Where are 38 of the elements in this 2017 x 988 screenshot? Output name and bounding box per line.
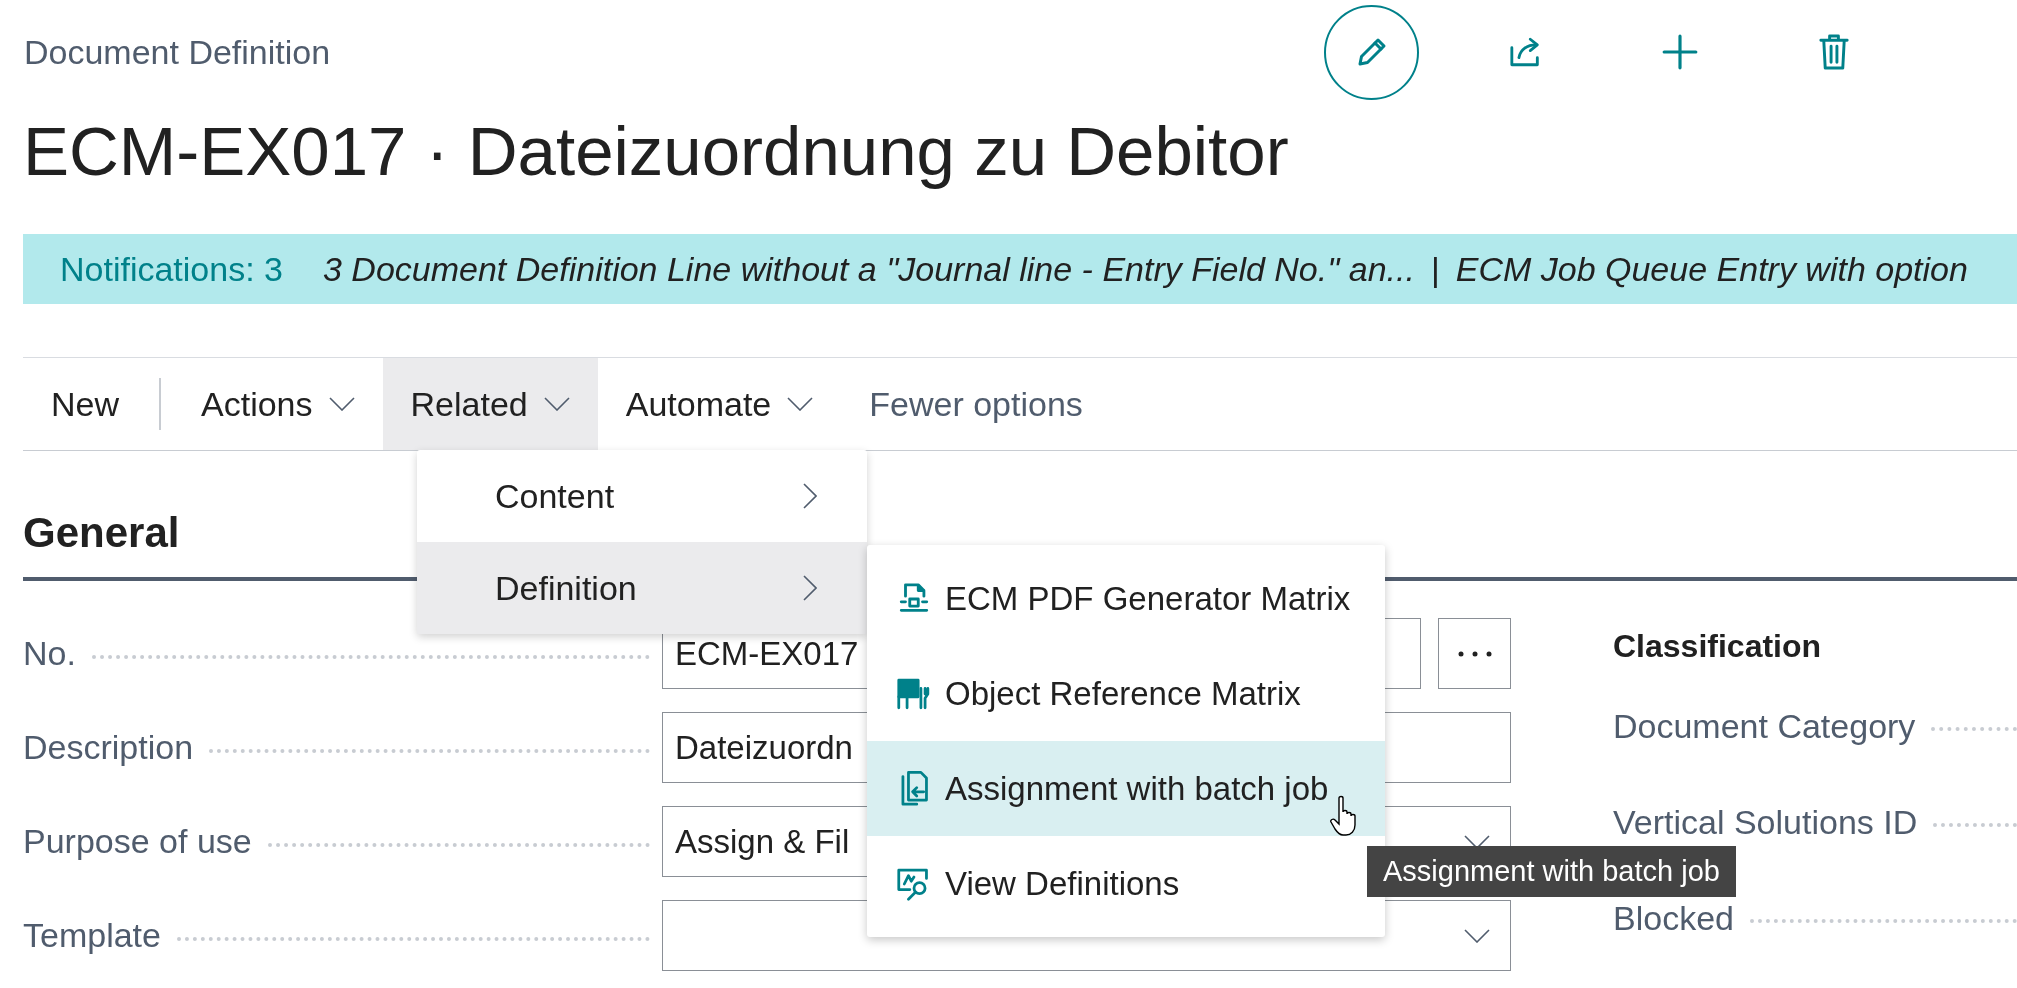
chevron-down-icon	[543, 397, 570, 411]
tooltip: Assignment with batch job	[1367, 846, 1736, 897]
more-icon	[1457, 650, 1492, 657]
menu-tab[interactable]: Related	[382, 358, 598, 450]
fewer-options-link[interactable]: Fewer options	[841, 358, 1111, 450]
field-label: Document Category	[1613, 706, 1916, 746]
menu-tab[interactable]: Automate	[597, 358, 842, 450]
field-label: Blocked	[1613, 898, 1734, 938]
matrix-icon	[896, 676, 932, 711]
page-caption: Document Definition	[24, 32, 332, 72]
field-label: No.	[23, 634, 76, 673]
chevron-right-icon	[803, 483, 817, 509]
field-label: Vertical Solutions ID	[1613, 802, 1918, 842]
chevron-down-icon	[1464, 928, 1490, 943]
separator: |	[1430, 249, 1440, 289]
menu-item[interactable]: Object Reference Matrix	[867, 646, 1385, 741]
field-label: Description	[23, 728, 194, 767]
page-title: ECM-EX017 · Dateizuordnung zu Debitor	[23, 112, 1290, 192]
field-label: Purpose of use	[23, 822, 252, 861]
edit-button[interactable]	[1324, 4, 1419, 100]
menu-item[interactable]: Content	[417, 450, 867, 542]
lookup-button[interactable]	[1438, 618, 1511, 689]
trash-icon[interactable]	[1818, 33, 1849, 71]
field-label: Template	[23, 916, 161, 955]
menu-item[interactable]: ECM PDF Generator Matrix	[867, 551, 1385, 646]
chevron-down-icon	[787, 397, 814, 411]
plus-icon[interactable]	[1660, 33, 1699, 71]
menu-item[interactable]: Assignment with batch job	[867, 741, 1385, 836]
new-button[interactable]: New	[23, 358, 148, 450]
notification-message[interactable]: 3 Document Definition Line without a "Journal line - Entry Field No." an...	[323, 249, 1415, 289]
menu-item[interactable]: Definition	[417, 542, 867, 634]
notification-count[interactable]: Notifications: 3	[60, 249, 283, 289]
notification-message[interactable]: ECM Job Queue Entry with option	[1455, 249, 1968, 289]
group-heading: Classification	[1613, 628, 1823, 666]
chevron-down-icon	[1464, 834, 1490, 849]
chevron-right-icon	[803, 575, 817, 601]
chevron-down-icon	[328, 397, 355, 411]
menu-tab[interactable]: Actions	[173, 358, 383, 450]
